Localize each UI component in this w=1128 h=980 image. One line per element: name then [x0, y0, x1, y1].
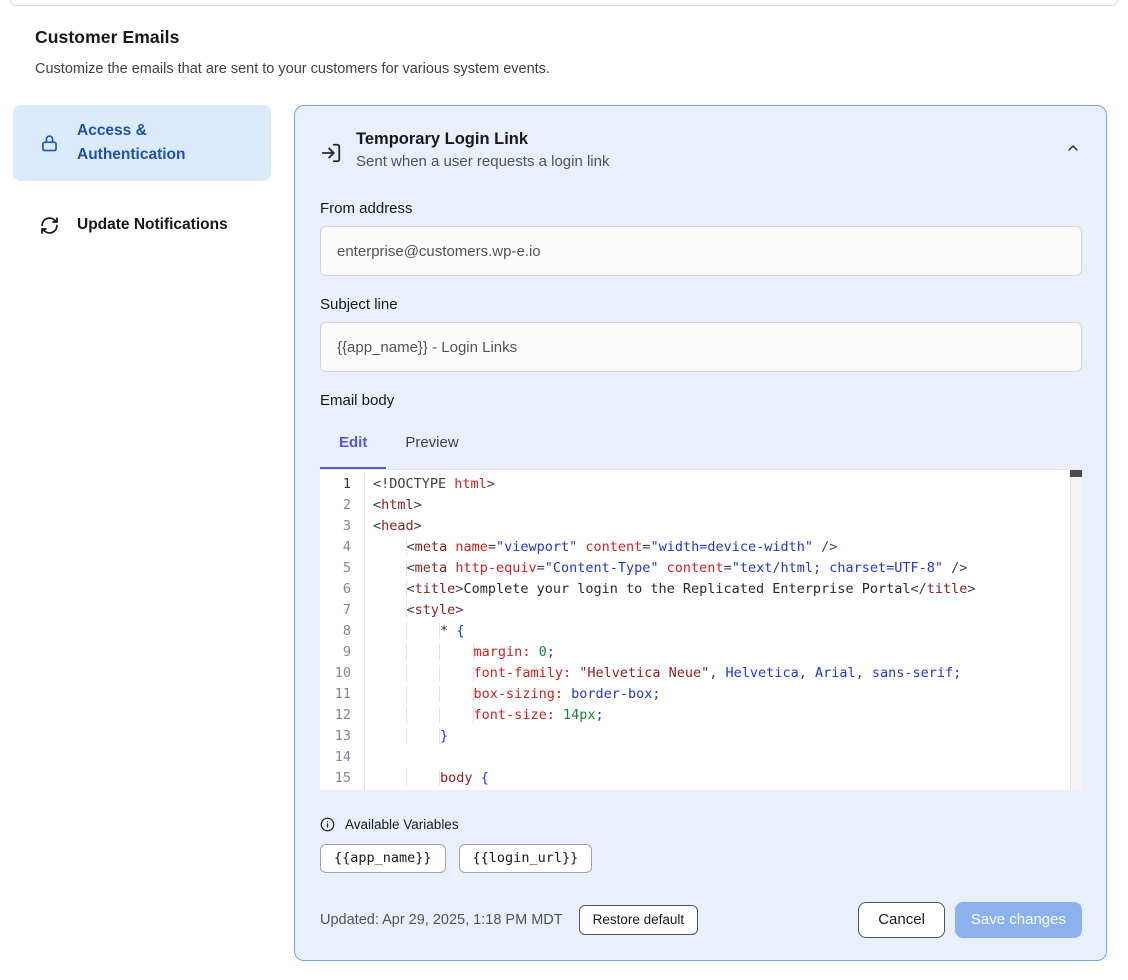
available-variables-header: Available Variables — [320, 817, 1082, 832]
line-number: 10 — [320, 663, 351, 684]
code-line[interactable]: <html> — [373, 495, 1082, 516]
line-number: 12 — [320, 705, 351, 726]
code-line[interactable]: font-family: "Helvetica Neue", Helvetica… — [373, 663, 1082, 684]
from-address-input[interactable] — [320, 226, 1082, 276]
sidebar: Access & Authentication Update Notificati… — [13, 105, 271, 251]
line-number: 5 — [320, 558, 351, 579]
code-line[interactable]: <meta http-equiv="Content-Type" content=… — [373, 558, 1082, 579]
code-line[interactable]: <head> — [373, 516, 1082, 537]
from-address-label: From address — [320, 200, 1082, 217]
panel-header: Temporary Login Link Sent when a user re… — [320, 130, 1082, 170]
refresh-icon — [38, 214, 60, 236]
line-number: 16 — [320, 789, 351, 790]
page-title: Customer Emails — [35, 27, 1093, 48]
cancel-button[interactable]: Cancel — [858, 902, 945, 938]
previous-card-bottom-edge — [8, 0, 1120, 6]
line-number: 1 — [320, 474, 351, 495]
line-number: 14 — [320, 747, 351, 768]
editor-code[interactable]: <!DOCTYPE html><html><head> <meta name="… — [364, 474, 1082, 790]
updated-timestamp: Updated: Apr 29, 2025, 1:18 PM MDT — [320, 912, 563, 928]
email-settings-panel: Temporary Login Link Sent when a user re… — [294, 105, 1107, 961]
line-number: 8 — [320, 621, 351, 642]
code-line[interactable]: * { — [373, 621, 1082, 642]
code-editor[interactable]: 12345678910111213141516 <!DOCTYPE html><… — [320, 469, 1082, 790]
available-variables-label: Available Variables — [345, 817, 459, 832]
email-body-label: Email body — [320, 392, 1082, 409]
code-line[interactable]: <style> — [373, 600, 1082, 621]
chevron-up-icon — [1065, 144, 1081, 159]
variable-chip-login_url[interactable]: {{login_url}} — [459, 844, 593, 873]
line-number: 13 — [320, 726, 351, 747]
line-number: 2 — [320, 495, 351, 516]
variable-chip-app_name[interactable]: {{app_name}} — [320, 844, 446, 873]
sidebar-item-access-authentication[interactable]: Access & Authentication — [13, 105, 271, 181]
footer-actions: Cancel Save changes — [858, 902, 1082, 938]
tab-edit[interactable]: Edit — [320, 434, 386, 470]
editor-gutter: 12345678910111213141516 — [320, 474, 364, 790]
lock-icon — [38, 132, 60, 154]
tab-preview[interactable]: Preview — [386, 434, 477, 470]
page-header: Customer Emails Customize the emails tha… — [0, 0, 1128, 77]
code-line[interactable]: body { — [373, 768, 1082, 789]
info-icon — [320, 817, 335, 832]
save-changes-button[interactable]: Save changes — [955, 902, 1082, 938]
editor-scrollbar[interactable] — [1070, 470, 1082, 790]
editor-scrollbar-thumb[interactable] — [1070, 470, 1082, 477]
line-number: 7 — [320, 600, 351, 621]
panel-title: Temporary Login Link — [356, 130, 609, 149]
restore-default-button[interactable]: Restore default — [579, 905, 699, 935]
code-line[interactable]: margin: 0; — [373, 642, 1082, 663]
sidebar-item-label: Update Notifications — [77, 213, 228, 237]
panel-header-text: Temporary Login Link Sent when a user re… — [356, 130, 609, 170]
code-line[interactable]: font-size: 14px; — [373, 705, 1082, 726]
line-number: 15 — [320, 768, 351, 789]
line-number: 11 — [320, 684, 351, 705]
line-number: 9 — [320, 642, 351, 663]
email-body-tabs: EditPreview — [320, 434, 1082, 470]
subject-line-label: Subject line — [320, 296, 1082, 313]
variable-chips-row: {{app_name}} {{login_url}} — [320, 844, 1082, 873]
login-icon — [320, 142, 342, 164]
code-line[interactable] — [373, 747, 1082, 768]
content-row: Access & Authentication Update Notificati… — [13, 105, 1107, 961]
code-line[interactable]: box-sizing: border-box; — [373, 684, 1082, 705]
sidebar-item-label: Access & Authentication — [77, 119, 253, 167]
code-line[interactable]: background-color: #f8f8f8; — [373, 789, 1082, 790]
line-number: 4 — [320, 537, 351, 558]
line-number: 6 — [320, 579, 351, 600]
line-number: 3 — [320, 516, 351, 537]
subject-line-input[interactable] — [320, 322, 1082, 372]
code-line[interactable]: } — [373, 726, 1082, 747]
panel-footer: Updated: Apr 29, 2025, 1:18 PM MDT Resto… — [320, 902, 1082, 938]
code-line[interactable]: <meta name="viewport" content="width=dev… — [373, 537, 1082, 558]
code-line[interactable]: <!DOCTYPE html> — [373, 474, 1082, 495]
panel-subtitle: Sent when a user requests a login link — [356, 153, 609, 170]
sidebar-item-update-notifications[interactable]: Update Notifications — [13, 199, 271, 251]
page-subtitle: Customize the emails that are sent to yo… — [35, 61, 1093, 77]
code-line[interactable]: <title>Complete your login to the Replic… — [373, 579, 1082, 600]
collapse-button[interactable] — [1064, 140, 1082, 158]
